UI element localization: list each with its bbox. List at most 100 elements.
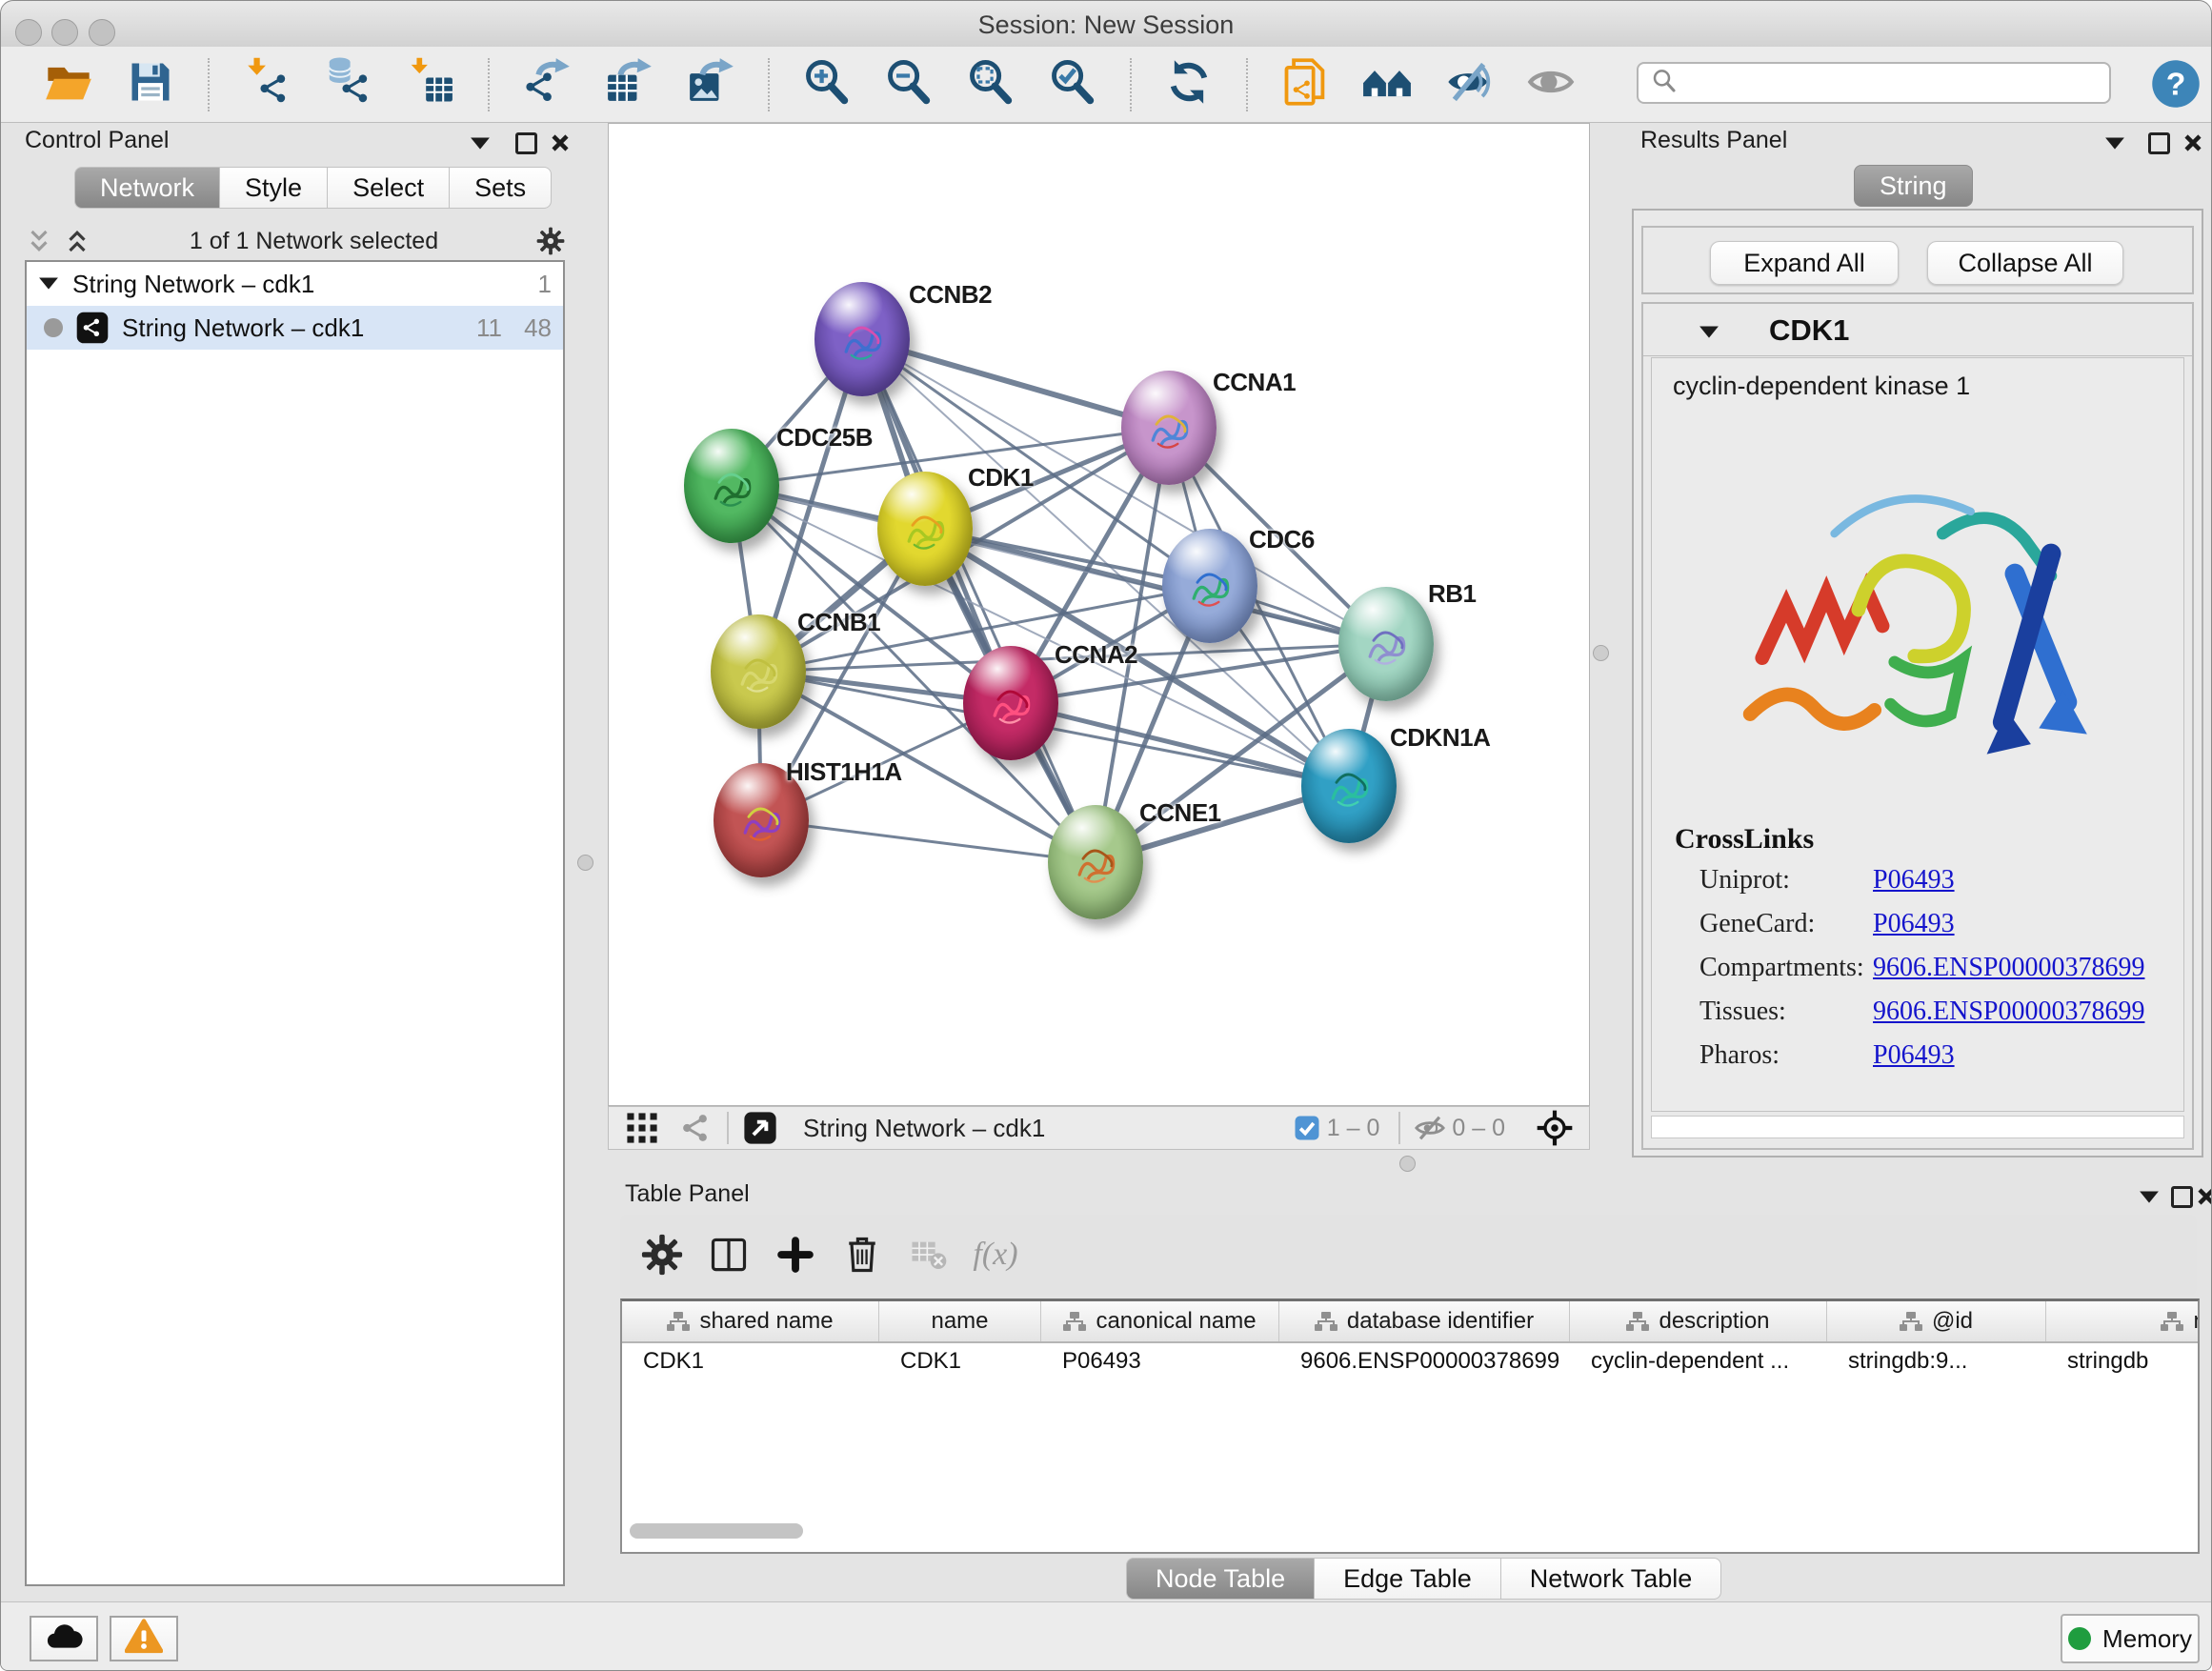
memory-button[interactable]: Memory (2061, 1614, 2200, 1663)
zoom-in-button[interactable] (802, 60, 852, 110)
crosslink-link[interactable]: P06493 (1873, 909, 1955, 939)
apply-layout-button[interactable] (1164, 60, 1214, 110)
control-panel-subbar: 1 of 1 Network selected (25, 222, 565, 260)
results-panel-close-icon[interactable] (2179, 129, 2207, 157)
node-CCNE1[interactable] (1048, 805, 1143, 919)
search-input[interactable] (1688, 69, 2098, 97)
gene-header[interactable]: CDK1 (1643, 304, 2192, 356)
tab-network[interactable]: Network (74, 167, 220, 209)
collapse-all-icon[interactable] (25, 227, 53, 255)
tab-sets[interactable]: Sets (449, 167, 552, 209)
function-builder-button[interactable]: f(x) (969, 1228, 1022, 1281)
table-cell[interactable]: P06493 (1041, 1343, 1279, 1379)
expand-all-button[interactable]: Expand All (1710, 241, 1899, 285)
search-box[interactable] (1637, 62, 2111, 104)
show-graphics-details-button[interactable] (1526, 60, 1576, 110)
node-RB1[interactable] (1338, 587, 1434, 701)
node-CDC25B[interactable] (684, 429, 779, 543)
table-cell[interactable]: stringdb:9... (1827, 1343, 2046, 1379)
clear-table-button[interactable] (902, 1228, 955, 1281)
open-session-button[interactable] (44, 60, 93, 110)
import-table-from-file-button[interactable] (406, 60, 455, 110)
save-session-button[interactable] (126, 60, 175, 110)
column-header-description[interactable]: description (1570, 1301, 1827, 1341)
node-CDKN1A[interactable] (1301, 729, 1397, 843)
gear-button[interactable] (635, 1228, 689, 1281)
collapse-all-button[interactable]: Collapse All (1927, 241, 2123, 285)
gene-scrollbar[interactable] (1651, 1116, 2184, 1138)
import-network-from-file-button[interactable] (242, 60, 292, 110)
hidden-eye-slash-icon[interactable] (1414, 1112, 1446, 1144)
table-panel-collapse-icon[interactable] (2135, 1182, 2163, 1211)
bottom-splitter-handle[interactable] (1399, 1156, 1416, 1172)
help-button[interactable]: ? (2150, 58, 2202, 110)
columns-button[interactable] (702, 1228, 755, 1281)
export-image-button[interactable] (686, 60, 735, 110)
gear-icon[interactable] (536, 227, 565, 255)
add-column-button[interactable] (769, 1228, 822, 1281)
control-panel-close-icon[interactable] (546, 129, 574, 157)
zoom-out-button[interactable] (884, 60, 934, 110)
node-label-CCNA2: CCNA2 (1055, 640, 1137, 670)
fit-content-button[interactable] (966, 60, 1016, 110)
tab-select[interactable]: Select (327, 167, 450, 209)
clone-network-button[interactable] (1280, 60, 1330, 110)
column-header-shared-name[interactable]: shared name (622, 1301, 879, 1341)
tab-network-table[interactable]: Network Table (1500, 1558, 1722, 1600)
control-panel-collapse-icon[interactable] (466, 129, 494, 157)
tab-style[interactable]: Style (219, 167, 328, 209)
tab-edge-table[interactable]: Edge Table (1314, 1558, 1501, 1600)
grid-view-icon[interactable] (626, 1112, 658, 1144)
table-cell[interactable]: stringdb (2046, 1343, 2200, 1379)
warnings-button[interactable] (110, 1616, 178, 1661)
node-CCNA1[interactable] (1121, 371, 1217, 485)
table-cell[interactable]: CDK1 (879, 1343, 1041, 1379)
table-cell[interactable]: 9606.ENSP00000378699 (1279, 1343, 1570, 1379)
node-CCNB1[interactable] (711, 614, 806, 729)
table-panel-close-icon[interactable] (2192, 1182, 2212, 1211)
column-header-database-identifier[interactable]: database identifier (1279, 1301, 1570, 1341)
import-network-from-database-button[interactable] (324, 60, 373, 110)
hide-graphics-details-button[interactable] (1444, 60, 1494, 110)
column-header-namespace[interactable]: namespace (2046, 1301, 2200, 1341)
table-header-row: shared namenamecanonical namedatabase id… (622, 1301, 2198, 1343)
network-canvas[interactable]: CCNB2 CCNA1 CDC25B CDK1 CDC6 RB1 (608, 123, 1590, 1106)
table-cell[interactable]: CDK1 (622, 1343, 879, 1379)
crosslink-link[interactable]: 9606.ENSP00000378699 (1873, 997, 2144, 1027)
results-panel-float-icon[interactable] (2144, 129, 2173, 157)
tab-string[interactable]: String (1854, 165, 1973, 207)
selected-checkbox-icon[interactable] (1293, 1114, 1321, 1142)
column-header-name[interactable]: name (879, 1301, 1041, 1341)
left-splitter-handle[interactable] (577, 855, 593, 871)
gene-collapse-icon[interactable] (1695, 317, 1723, 346)
column-header--id[interactable]: @id (1827, 1301, 2046, 1341)
node-CCNB2[interactable] (814, 282, 910, 396)
column-header-canonical-name[interactable]: canonical name (1041, 1301, 1279, 1341)
share-network-icon[interactable] (679, 1111, 714, 1145)
move-crosshair-icon[interactable] (1536, 1109, 1574, 1147)
control-panel-float-icon[interactable] (512, 129, 540, 157)
crosslink-link[interactable]: 9606.ENSP00000378699 (1873, 953, 2144, 983)
export-table-button[interactable] (604, 60, 654, 110)
export-network-button[interactable] (522, 60, 572, 110)
table-horizontal-scrollbar[interactable] (630, 1523, 803, 1539)
right-splitter-handle[interactable] (1593, 645, 1609, 661)
crosslink-link[interactable]: P06493 (1873, 1040, 1955, 1071)
node-CDK1[interactable] (877, 472, 973, 586)
crosslink-link[interactable]: P06493 (1873, 865, 1955, 896)
table-row[interactable]: CDK1CDK1P064939606.ENSP00000378699cyclin… (622, 1343, 2198, 1379)
delete-column-button[interactable] (835, 1228, 889, 1281)
tab-node-table[interactable]: Node Table (1126, 1558, 1315, 1600)
tree-expand-icon[interactable] (38, 270, 59, 299)
zoom-selected-button[interactable] (1048, 60, 1097, 110)
birdseye-view-icon[interactable] (742, 1110, 778, 1146)
expand-all-icon[interactable] (63, 227, 91, 255)
automation-cloud-button[interactable] (30, 1616, 98, 1661)
node-CDC6[interactable] (1162, 529, 1257, 643)
node-CCNA2[interactable] (963, 646, 1058, 760)
network-row[interactable]: String Network – cdk1 11 48 (27, 306, 563, 350)
table-cell[interactable]: cyclin-dependent ... (1570, 1343, 1827, 1379)
results-panel-collapse-icon[interactable] (2101, 129, 2129, 157)
network-collection-row[interactable]: String Network – cdk1 1 (27, 262, 563, 306)
string-protein-query-button[interactable] (1362, 60, 1412, 110)
